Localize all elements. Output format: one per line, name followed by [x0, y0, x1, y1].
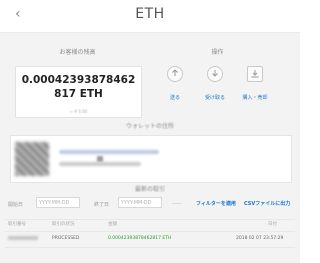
- history-label: 最新の取引: [134, 186, 165, 193]
- wallet-address-line2-blurred: [59, 162, 141, 166]
- qr-code-blurred: [15, 142, 49, 176]
- row-amount: 0.00042393878462817 ETH: [108, 236, 172, 241]
- receive-label: 受け取る: [204, 95, 225, 101]
- from-date-input[interactable]: YYYY-MM-DD: [36, 197, 80, 208]
- row-date: 2018 02 07 23:57:29: [236, 236, 284, 241]
- row-status: PROCESSED: [52, 236, 80, 241]
- table-divider-bottom: [5, 247, 295, 248]
- filter-separator: [172, 203, 182, 204]
- column-header-amount: 金額: [108, 222, 117, 227]
- buy-sell-icon: [247, 66, 263, 82]
- page-title: ETH: [135, 6, 165, 22]
- column-header-date: 日付: [268, 222, 277, 227]
- wallet-address-blurred: [59, 150, 159, 154]
- wallet-address-label: ウォレットの住所: [125, 123, 174, 130]
- balance-fiat-blurred: ≈ ¥ 0.00: [69, 109, 88, 114]
- upload-icon: [167, 66, 183, 82]
- column-header-id: 取引番号: [8, 222, 26, 227]
- send-label: 送る: [169, 95, 180, 101]
- wallet-address-card: [10, 135, 292, 183]
- buy-sell-label: 購入・売却: [242, 95, 268, 101]
- balance-value: 0.00042393878462817 ETH: [21, 74, 136, 100]
- to-date-label: 終了日: [94, 202, 110, 208]
- column-header-status: 取引の状況: [52, 222, 75, 227]
- actions-label: 操作: [211, 49, 224, 56]
- to-date-input[interactable]: YYYY-MM-DD: [118, 197, 162, 208]
- from-date-label: 開始日: [8, 202, 24, 208]
- main-content: お客様の残高 操作 0.00042393878462817 ETH ≈ ¥ 0.…: [0, 33, 300, 263]
- buy-sell-button[interactable]: 購入・売却: [235, 66, 275, 101]
- row-id-blurred: [8, 236, 38, 240]
- table-divider-header: [5, 231, 295, 232]
- balance-card: 0.00042393878462817 ETH ≈ ¥ 0.00: [15, 66, 142, 118]
- history-filter: 開始日 YYYY-MM-DD 終了日 YYYY-MM-DD フィルターを適用 C…: [0, 193, 300, 215]
- apply-filter-button[interactable]: フィルターを適用: [196, 200, 236, 207]
- send-button[interactable]: 送る: [155, 66, 195, 101]
- table-divider-top: [5, 219, 295, 220]
- download-icon: [207, 66, 223, 82]
- balance-label: お客様の残高: [59, 49, 96, 56]
- app-header: ‹ ETH: [0, 0, 300, 33]
- actions-panel: 送る 受け取る 購入・売却: [155, 66, 280, 116]
- csv-export-button[interactable]: CSVファイルに出力: [244, 200, 290, 207]
- receive-button[interactable]: 受け取る: [195, 66, 235, 101]
